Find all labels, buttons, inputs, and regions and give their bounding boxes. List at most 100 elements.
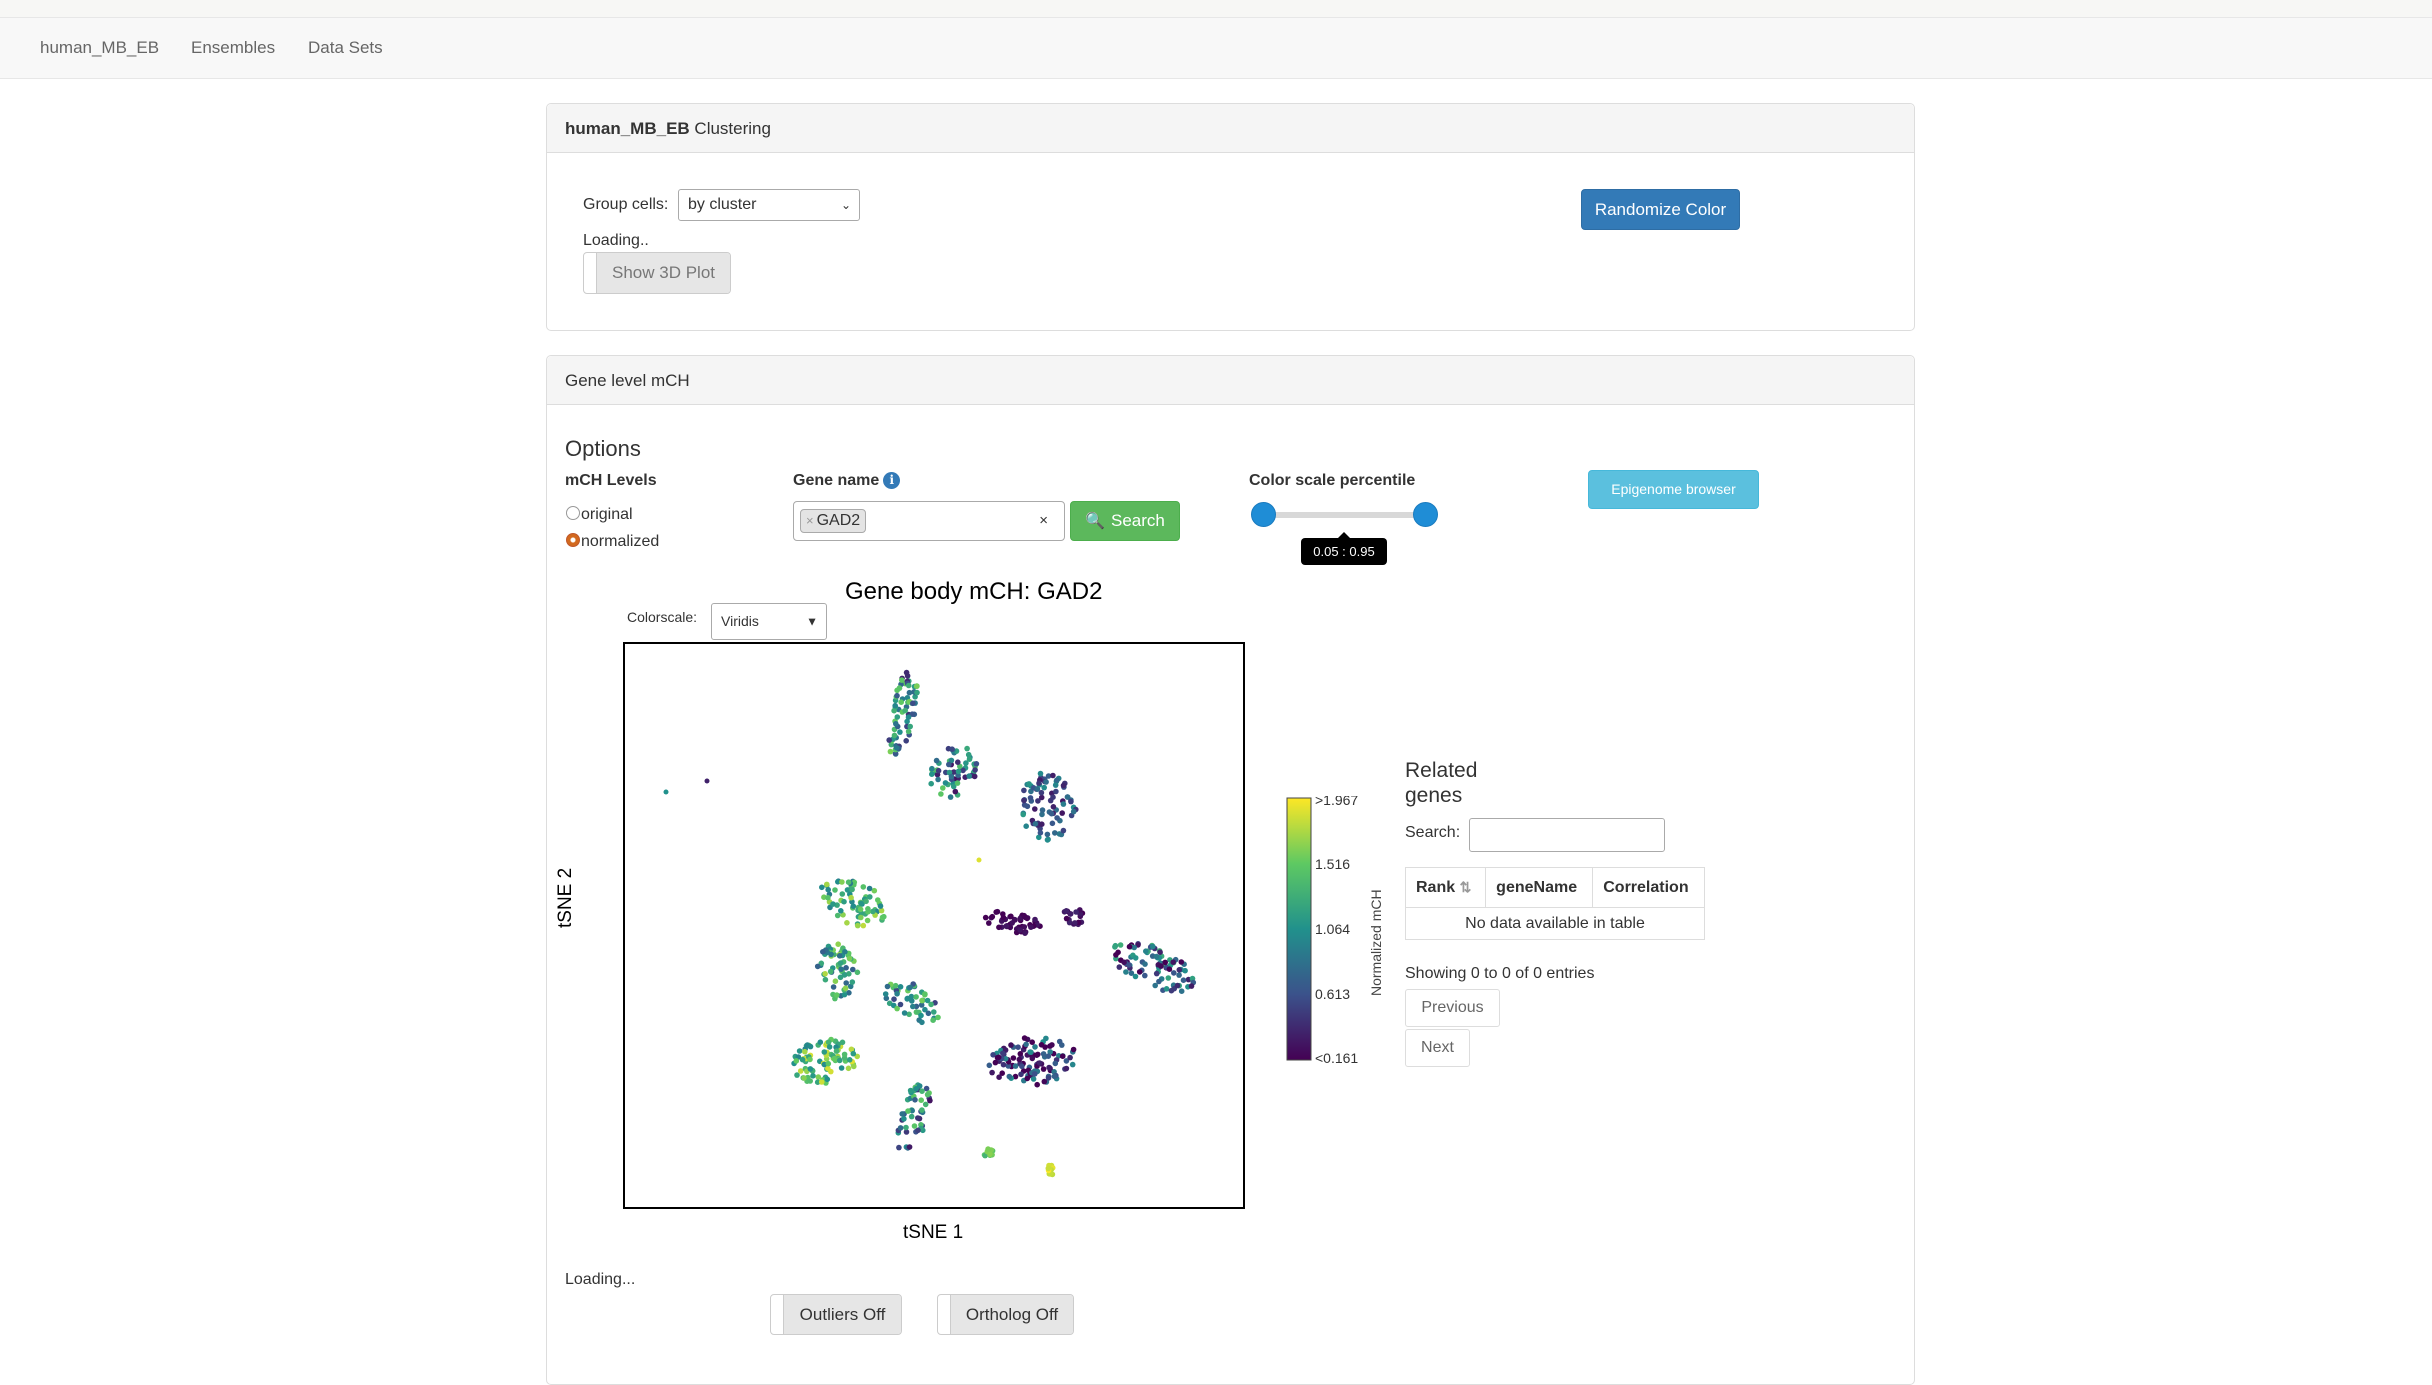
scatter-point (915, 1127, 921, 1134)
col-correlation[interactable]: Correlation (1592, 867, 1705, 908)
scatter-point (830, 984, 837, 990)
scatter-point (935, 1014, 941, 1021)
col-rank-label: Rank (1416, 878, 1456, 896)
empty-table-message: No data available in table (1405, 907, 1705, 940)
scatter-point (846, 1057, 853, 1063)
scatter-point (955, 768, 962, 775)
scatter-point (807, 1078, 813, 1084)
scatter-point (858, 914, 864, 921)
epigenome-browser-button[interactable]: Epigenome browser (AnnoJ) (1588, 470, 1759, 534)
scatter-point (996, 924, 1002, 931)
tsne-scatter-plot (623, 642, 1245, 1209)
radio-normalized[interactable] (566, 533, 580, 547)
show-3d-plot-toggle[interactable]: Show 3D Plot (583, 252, 731, 294)
scatter-point (1064, 794, 1071, 800)
scatter-point (817, 1039, 824, 1045)
scatter-point (1142, 972, 1148, 979)
nav-brand[interactable]: human_MB_EB (40, 38, 159, 58)
scatter-point (807, 1056, 813, 1063)
scatter-point (989, 913, 996, 920)
nav-data-sets[interactable]: Data Sets (308, 38, 383, 58)
scatter-point (1178, 959, 1185, 965)
percentile-slider-low-handle[interactable] (1251, 502, 1276, 527)
scatter-point (793, 1058, 800, 1064)
slider-tooltip: 0.05 : 0.95 (1301, 538, 1387, 565)
scatter-point (865, 906, 871, 912)
radio-original[interactable] (566, 506, 580, 520)
table-header-row: Rank ⇅ geneName Correlation (1404, 867, 1705, 908)
related-search-input[interactable] (1469, 818, 1665, 852)
scatter-point (931, 1009, 937, 1015)
scatter-point (1040, 1066, 1047, 1072)
scatter-point (815, 1074, 822, 1080)
scatter-point (905, 714, 912, 720)
nav-ensembles[interactable]: Ensembles (191, 38, 275, 58)
scatter-point (985, 1146, 991, 1152)
scatter-point (796, 1048, 803, 1054)
scatter-point (940, 785, 946, 791)
scatter-point (1026, 781, 1032, 787)
scatter-point (1070, 808, 1077, 815)
scatter-point (947, 794, 954, 800)
scatter-point (814, 963, 821, 970)
col-rank[interactable]: Rank ⇅ (1404, 867, 1487, 908)
scatter-point (824, 1076, 831, 1083)
gene-search-input[interactable]: × GAD2 × (793, 501, 1065, 541)
scatter-point (901, 1116, 907, 1122)
scatter-point (910, 1003, 916, 1010)
tag-remove-icon[interactable]: × (806, 513, 814, 528)
scatter-point (919, 1107, 925, 1113)
scatter-point (893, 721, 899, 727)
scatter-point (1043, 779, 1049, 785)
outliers-toggle[interactable]: Outliers Off (770, 1294, 902, 1335)
scatter-point (831, 1055, 837, 1062)
clear-icon[interactable]: × (1039, 512, 1048, 529)
scatter-point (933, 757, 940, 764)
clustering-panel-heading: human_MB_EB Clustering (547, 104, 1914, 153)
randomize-color-button[interactable]: Randomize Color (1581, 189, 1740, 230)
percentile-slider-fill (1263, 512, 1425, 518)
group-cells-select[interactable]: by cluster ⌄ (678, 189, 860, 221)
scatter-point (1115, 949, 1121, 956)
related-genes-table: Rank ⇅ geneName Correlation No data avai… (1404, 867, 1705, 940)
scatter-point (894, 714, 901, 720)
search-button[interactable]: 🔍 Search (1070, 501, 1180, 541)
scatter-point (1180, 977, 1187, 983)
ortholog-toggle-label: Ortholog Off (950, 1295, 1073, 1334)
ortholog-toggle[interactable]: Ortholog Off (937, 1294, 1074, 1335)
colorbar-tick-0: >1.967 (1315, 796, 1358, 808)
scatter-point (1162, 959, 1168, 966)
scatter-point (1032, 916, 1038, 923)
scatter-point (1049, 1042, 1055, 1048)
info-icon[interactable]: i (883, 472, 901, 490)
scatter-point (825, 886, 831, 893)
scatter-point (1023, 1041, 1029, 1048)
scatter-point (824, 881, 830, 888)
scatter-point (1158, 963, 1164, 969)
colorscale-select[interactable]: Viridis ▼ (711, 603, 827, 640)
scatter-point (854, 969, 861, 976)
scatter-point (1006, 1073, 1013, 1080)
scatter-point (863, 898, 869, 905)
previous-button[interactable]: Previous (1405, 989, 1500, 1027)
scatter-point (810, 1073, 816, 1079)
scatter-point (842, 949, 848, 955)
scatter-point (819, 884, 825, 891)
percentile-slider-high-handle[interactable] (1413, 502, 1438, 527)
scatter-point (922, 991, 928, 997)
scatter-point (1156, 978, 1162, 985)
scatter-point (1132, 973, 1139, 980)
next-button[interactable]: Next (1405, 1029, 1470, 1067)
scatter-point (1020, 811, 1026, 818)
scatter-point (899, 1111, 905, 1117)
gene-tag-label: GAD2 (816, 512, 861, 529)
scatter-point (908, 1113, 915, 1120)
col-genename[interactable]: geneName (1485, 867, 1594, 908)
scatter-point (870, 908, 876, 915)
scatter-point (1000, 1050, 1006, 1057)
scatter-point (1136, 969, 1143, 975)
scatter-point (839, 1039, 846, 1046)
scatter-point (1060, 827, 1067, 834)
group-cells-label: Group cells: (583, 196, 669, 213)
scatter-point (907, 1087, 914, 1094)
